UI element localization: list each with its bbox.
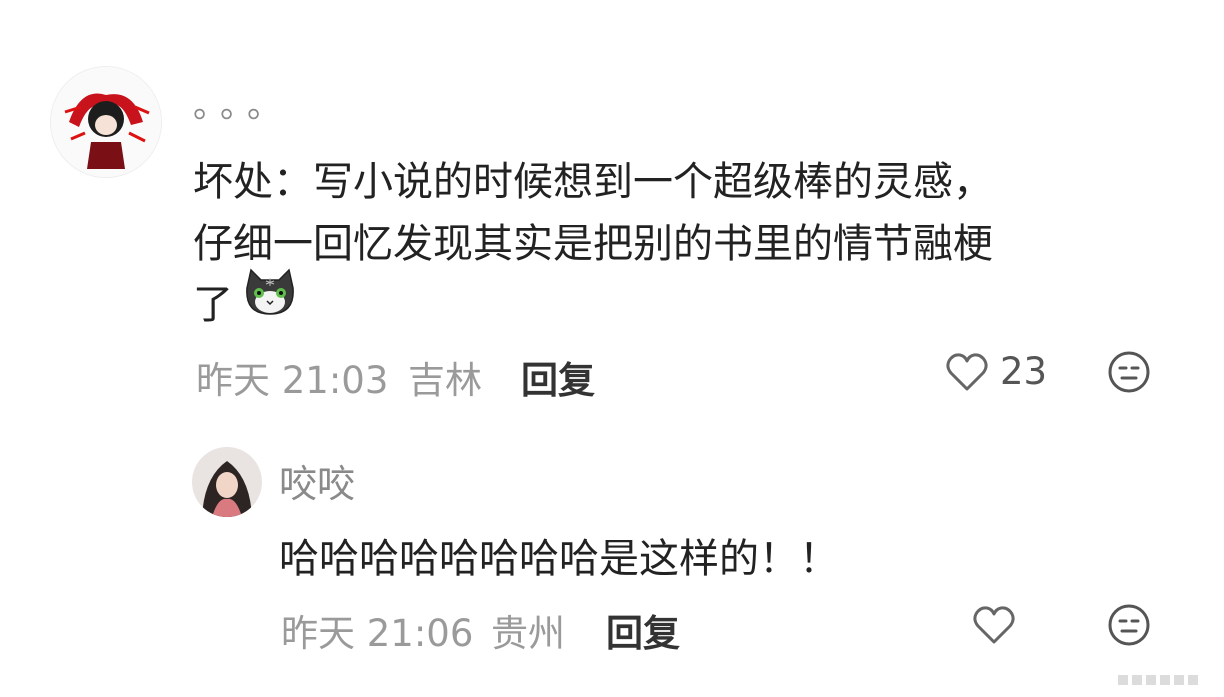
reply-neutral-face-icon[interactable] (1107, 603, 1151, 647)
comment-like-count: 23 (1000, 350, 1048, 393)
comment-text-line-2: 仔细一回忆发现其实是把别的书里的情节融梗 (193, 221, 993, 267)
neutral-face-icon[interactable] (1107, 350, 1151, 394)
comment-text-line-3: 了 (193, 282, 233, 328)
comment-avatar[interactable] (50, 66, 162, 178)
heart-outline-icon[interactable] (945, 351, 989, 393)
reply-heart-outline-icon[interactable] (972, 604, 1016, 646)
reply-location: 贵州 (491, 612, 565, 655)
watermark (1118, 672, 1208, 691)
comment-time: 昨天 21:03 (196, 359, 389, 402)
comment-text-line-1: 坏处：写小说的时候想到一个超级棒的灵感， (193, 159, 993, 205)
comment-location: 吉林 (408, 359, 482, 402)
reply-avatar[interactable] (192, 447, 262, 517)
reply-reply-button[interactable]: 回复 (606, 603, 680, 657)
cat-emoji-icon (243, 268, 297, 318)
reply-text: 哈哈哈哈哈哈哈哈是这样的！！ (279, 536, 839, 582)
comment-username[interactable]: 。。。 (193, 78, 291, 127)
comment-reply-button[interactable]: 回复 (521, 350, 595, 404)
reply-time: 昨天 21:06 (281, 612, 474, 655)
reply-username[interactable]: 咬咬 (279, 453, 355, 508)
